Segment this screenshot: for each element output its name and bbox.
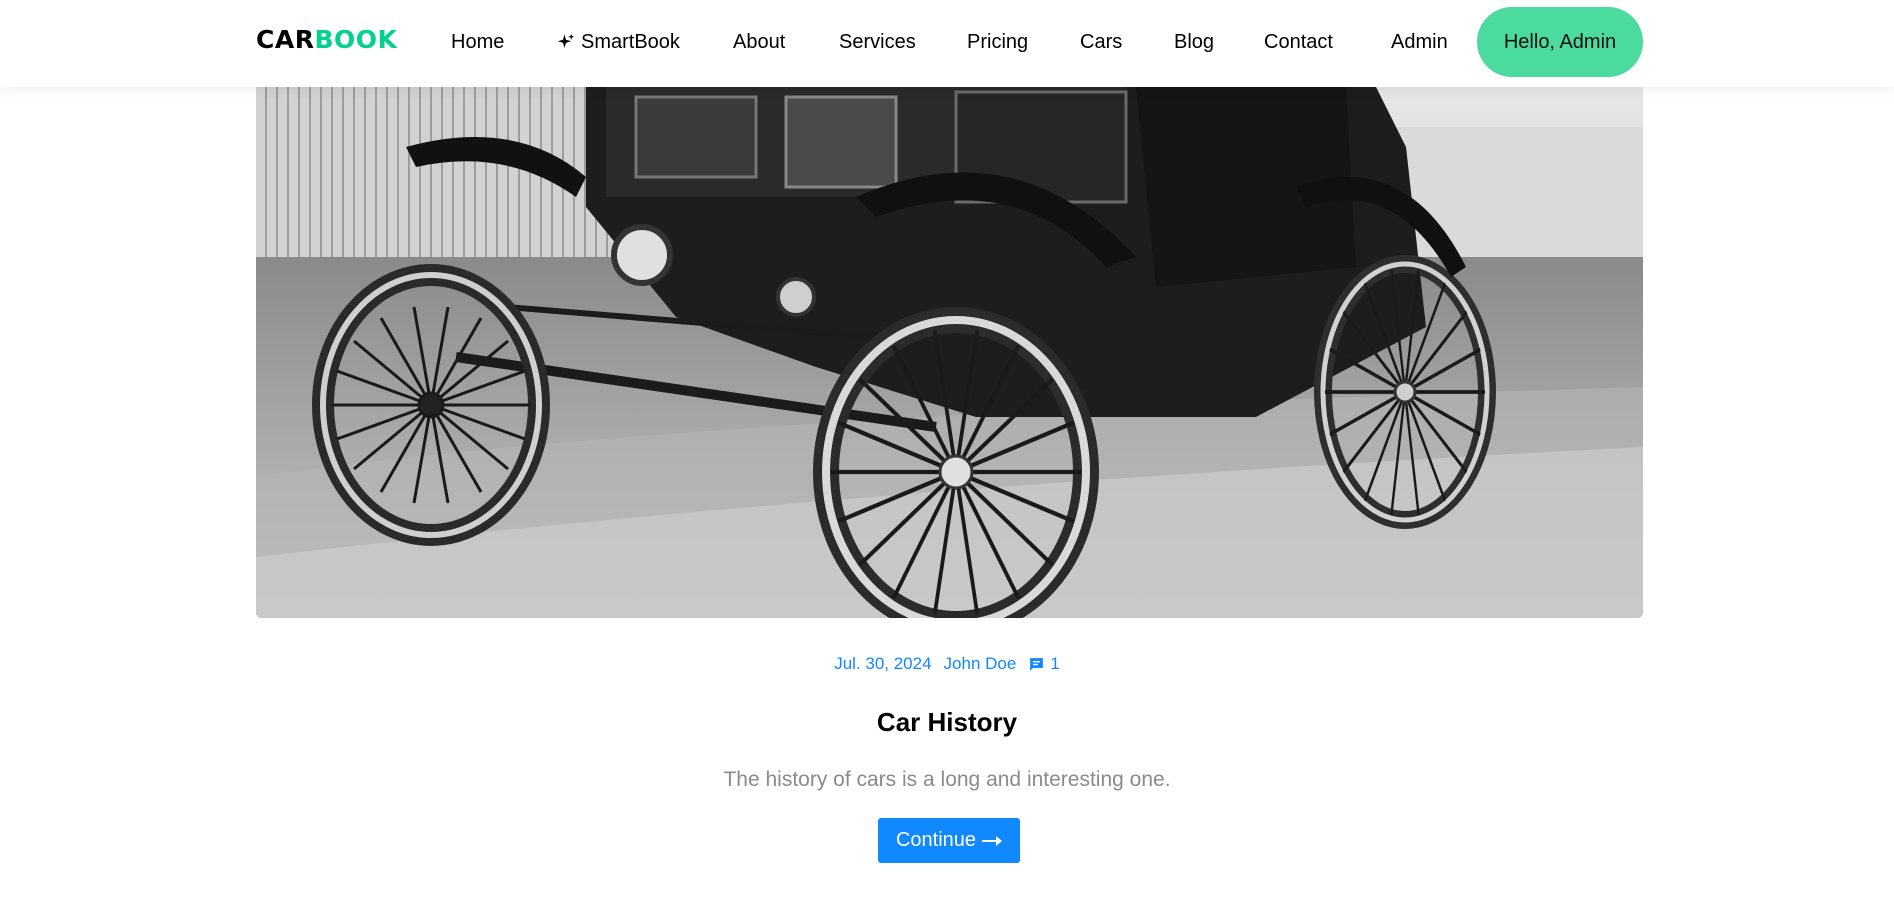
brand-logo-part1: CAR (256, 25, 315, 54)
post-meta: Jul. 30, 2024 John Doe 1 (0, 654, 1894, 674)
continue-button-label: Continue (895, 829, 977, 851)
post-title[interactable]: Car History (0, 705, 1894, 739)
continue-button[interactable]: Continue (878, 818, 1020, 863)
post-comments-link[interactable]: 1 (1028, 654, 1060, 674)
nav-item-pricing[interactable]: Pricing (967, 29, 1028, 55)
post-author[interactable]: John Doe (944, 654, 1017, 674)
post-date[interactable]: Jul. 30, 2024 (834, 654, 931, 674)
brand-logo-part2: BOOK (314, 25, 398, 54)
brand-logo[interactable]: CARBOOK (256, 25, 397, 55)
post-excerpt: The history of cars is a long and intere… (723, 768, 1171, 791)
chat-icon (1030, 657, 1044, 671)
nav-item-home[interactable]: Home (451, 29, 504, 55)
nav-item-about[interactable]: About (733, 29, 785, 55)
nav-item-blog[interactable]: Blog (1174, 29, 1214, 55)
nav-item-smartbook[interactable]: SmartBook (557, 29, 680, 55)
sparkle-icon (557, 33, 575, 48)
navbar: CARBOOK Home SmartBook About Services Pr… (0, 0, 1894, 87)
nav-item-services[interactable]: Services (839, 29, 916, 55)
arrow-right-icon (982, 835, 1003, 846)
nav-item-contact[interactable]: Contact (1264, 29, 1333, 55)
nav-item-cars[interactable]: Cars (1080, 29, 1122, 55)
hello-admin-button[interactable]: Hello, Admin (1477, 7, 1643, 77)
vintage-car-photo (256, 87, 1643, 618)
nav-item-admin[interactable]: Admin (1391, 29, 1448, 55)
post-hero-image[interactable] (256, 87, 1643, 618)
nav-item-smartbook-label: SmartBook (581, 31, 680, 53)
post-comment-count: 1 (1050, 654, 1060, 673)
